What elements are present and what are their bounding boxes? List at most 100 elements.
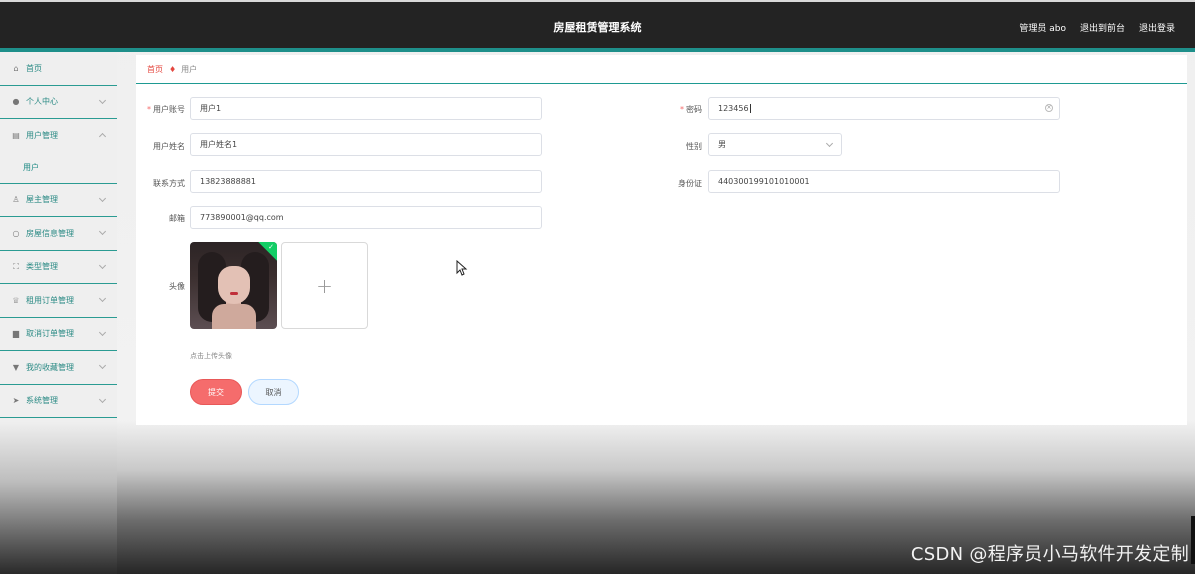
- sidebar: ⌂ 首页 ● 个人中心 ▤ 用户管理 用户 ♙ 屋主管理 ○ 房屋信息管理 ⛶ …: [0, 52, 117, 574]
- sidebar-item-label: 租用订单管理: [26, 295, 74, 305]
- gender-label: 性别: [642, 141, 702, 152]
- chevron-down-icon: [98, 96, 107, 104]
- required-mark: *: [147, 105, 151, 114]
- sidebar-item-label: 取消订单管理: [26, 329, 74, 339]
- password-label-text: 密码: [686, 105, 702, 114]
- sidebar-item-personal-center[interactable]: ● 个人中心: [0, 86, 117, 119]
- phone-label: 联系方式: [125, 178, 185, 189]
- avatar-lips: [230, 292, 238, 295]
- email-value: 773890001@qq.com: [200, 213, 284, 222]
- sidebar-subitem-user[interactable]: 用户: [0, 153, 117, 184]
- avatar-label: 头像: [125, 281, 185, 292]
- sidebar-item-label: 类型管理: [26, 262, 58, 272]
- account-label: * 用户账号: [125, 104, 185, 115]
- submit-button[interactable]: 提交: [190, 379, 242, 405]
- content-panel: 首页 ♦ 用户 * 用户账号 用户1 * 密码 123456 × 用户姓名 用户姓名…: [136, 55, 1187, 425]
- plus-icon: +: [316, 273, 333, 298]
- pin-icon: ▼: [12, 362, 20, 372]
- chevron-down-icon: [98, 361, 107, 370]
- id-card-value: 440300199101010001: [718, 177, 810, 186]
- send-icon: ➤: [12, 396, 20, 406]
- email-input[interactable]: 773890001@qq.com: [190, 206, 542, 229]
- account-input[interactable]: 用户1: [190, 97, 542, 120]
- briefcase-icon: ▆: [12, 329, 20, 339]
- header-accent-line: [0, 48, 1195, 52]
- gender-label-text: 性别: [686, 142, 702, 151]
- name-value: 用户姓名1: [200, 140, 238, 149]
- sidebar-item-label: 房屋信息管理: [26, 228, 74, 238]
- id-card-input[interactable]: 440300199101010001: [708, 170, 1060, 193]
- name-label-text: 用户姓名: [153, 142, 185, 151]
- name-label: 用户姓名: [125, 141, 185, 152]
- submit-button-label: 提交: [208, 387, 224, 397]
- avatar-hand: [212, 304, 256, 329]
- chevron-down-icon: [98, 294, 107, 303]
- cancel-button-label: 取消: [265, 387, 282, 397]
- frame-icon: ⛶: [13, 261, 19, 271]
- top-bar: 房屋租赁管理系统 管理员 abo 退出到前台 退出登录: [0, 0, 1195, 52]
- clear-icon[interactable]: ×: [1045, 104, 1053, 112]
- avatar-face: [218, 266, 250, 304]
- sidebar-item-label: 我的收藏管理: [26, 362, 74, 372]
- name-input[interactable]: 用户姓名1: [190, 133, 542, 156]
- chevron-down-icon: [98, 261, 107, 269]
- logout-link[interactable]: 退出登录: [1139, 21, 1175, 34]
- account-label-text: 用户账号: [153, 105, 185, 114]
- sidebar-item-house-info[interactable]: ○ 房屋信息管理: [0, 217, 117, 251]
- chevron-down-icon: [98, 194, 107, 202]
- sidebar-item-type-management[interactable]: ⛶ 类型管理: [0, 251, 117, 284]
- required-mark: *: [680, 105, 684, 114]
- sidebar-item-label: 系统管理: [26, 396, 58, 406]
- sidebar-item-label: 首页: [26, 63, 42, 73]
- chevron-down-icon: [98, 395, 107, 403]
- check-icon: ✓: [268, 243, 274, 251]
- breadcrumb: 首页 ♦ 用户: [136, 55, 1187, 84]
- watermark: CSDN @程序员小马软件开发定制: [910, 544, 1189, 565]
- breadcrumb-current: 用户: [181, 64, 198, 74]
- text-cursor: [749, 104, 751, 113]
- avatar-label-text: 头像: [169, 282, 185, 291]
- admin-user-label[interactable]: 管理员 abo: [1019, 21, 1066, 34]
- password-input[interactable]: 123456 ×: [708, 97, 1060, 120]
- chevron-down-icon: [825, 139, 834, 148]
- app-title: 房屋租赁管理系统: [553, 21, 642, 34]
- sidebar-item-label: 用户: [23, 163, 39, 172]
- sidebar-item-owner-management[interactable]: ♙ 屋主管理: [0, 184, 117, 217]
- password-label: * 密码: [642, 104, 702, 115]
- sidebar-item-rental-orders[interactable]: ♕ 租用订单管理: [0, 284, 117, 318]
- id-card-label: 身份证: [642, 178, 702, 189]
- home-icon: ⌂: [13, 63, 19, 73]
- phone-value: 13823888881: [200, 177, 256, 186]
- sidebar-item-label: 屋主管理: [26, 195, 58, 205]
- badge-icon: ♕: [12, 295, 20, 305]
- doc-icon: ▤: [12, 131, 20, 141]
- id-card-label-text: 身份证: [678, 179, 702, 188]
- sidebar-item-cancel-orders[interactable]: ▆ 取消订单管理: [0, 318, 117, 351]
- sidebar-item-favorites[interactable]: ▼ 我的收藏管理: [0, 351, 117, 385]
- sidebar-item-label: 个人中心: [26, 97, 58, 107]
- avatar-upload-hint: 点击上传头像: [190, 352, 232, 360]
- avatar-upload-button[interactable]: +: [281, 242, 368, 329]
- chevron-up-icon: [98, 132, 107, 141]
- gender-value: 男: [718, 140, 726, 149]
- avatar-image[interactable]: ✓: [190, 242, 277, 329]
- mouse-cursor-icon: [456, 260, 468, 276]
- account-value: 用户1: [200, 104, 222, 113]
- back-to-frontend-link[interactable]: 退出到前台: [1080, 21, 1125, 34]
- sidebar-item-user-management[interactable]: ▤ 用户管理: [0, 119, 117, 153]
- chevron-down-icon: [98, 227, 107, 236]
- sidebar-item-home[interactable]: ⌂ 首页: [0, 52, 117, 86]
- phone-input[interactable]: 13823888881: [190, 170, 542, 193]
- sidebar-item-system-management[interactable]: ➤ 系统管理: [0, 385, 117, 418]
- email-label: 邮箱: [125, 213, 185, 224]
- mic-icon: ♙: [12, 195, 20, 205]
- gender-select[interactable]: 男: [708, 133, 842, 156]
- user-icon: ●: [12, 97, 20, 107]
- breadcrumb-home-link[interactable]: 首页: [147, 64, 163, 75]
- power-icon: ○: [12, 228, 20, 238]
- top-actions: 管理员 abo 退出到前台 退出登录: [1019, 21, 1175, 34]
- password-value: 123456: [718, 104, 749, 113]
- cancel-button[interactable]: 取消: [248, 379, 299, 405]
- email-label-text: 邮箱: [169, 214, 185, 223]
- scrollbar-edge: [1191, 516, 1195, 564]
